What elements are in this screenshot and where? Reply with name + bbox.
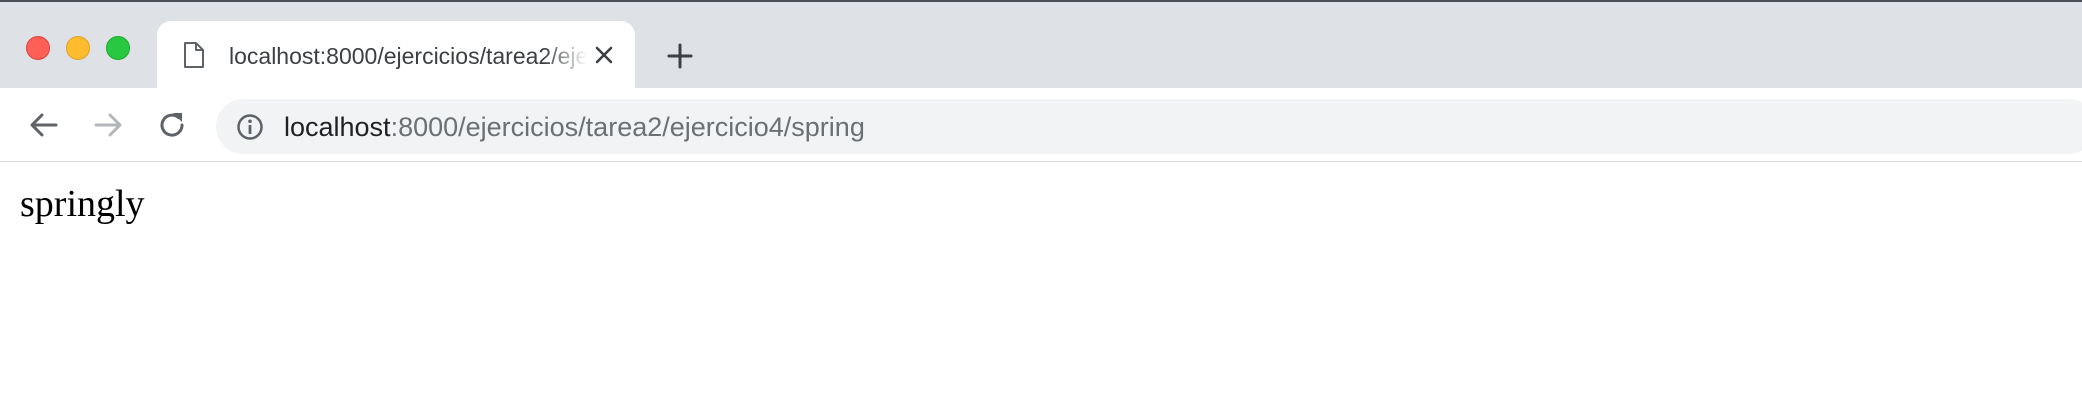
browser-window: localhost:8000/ejercicios/tarea2/ejercic… [0, 0, 2082, 412]
arrow-left-icon[interactable] [27, 108, 61, 142]
arrow-right-icon[interactable] [91, 108, 125, 142]
tab-active[interactable]: localhost:8000/ejercicios/tarea2/ejercic… [157, 21, 635, 88]
window-minimize-button[interactable] [66, 36, 90, 60]
window-close-button[interactable] [26, 36, 50, 60]
url-path: :8000/ejercicios/tarea2/ejercicio4/sprin… [390, 112, 865, 142]
reload-icon[interactable] [155, 108, 189, 142]
url-text[interactable]: localhost:8000/ejercicios/tarea2/ejercic… [284, 111, 865, 143]
page-body-text: springly [20, 183, 145, 225]
info-icon[interactable] [236, 113, 264, 141]
page-content: springly [0, 162, 2082, 412]
tab-strip: localhost:8000/ejercicios/tarea2/ejercic… [0, 2, 2082, 88]
plus-icon[interactable] [664, 40, 696, 72]
page-icon [184, 42, 204, 68]
url-host: localhost [284, 112, 391, 142]
toolbar: localhost:8000/ejercicios/tarea2/ejercic… [0, 88, 2082, 162]
window-maximize-button[interactable] [106, 36, 130, 60]
address-bar[interactable]: localhost:8000/ejercicios/tarea2/ejercic… [216, 99, 2082, 154]
close-icon[interactable] [591, 42, 617, 68]
tab-title: localhost:8000/ejercicios/tarea2/ejercic… [229, 43, 587, 69]
